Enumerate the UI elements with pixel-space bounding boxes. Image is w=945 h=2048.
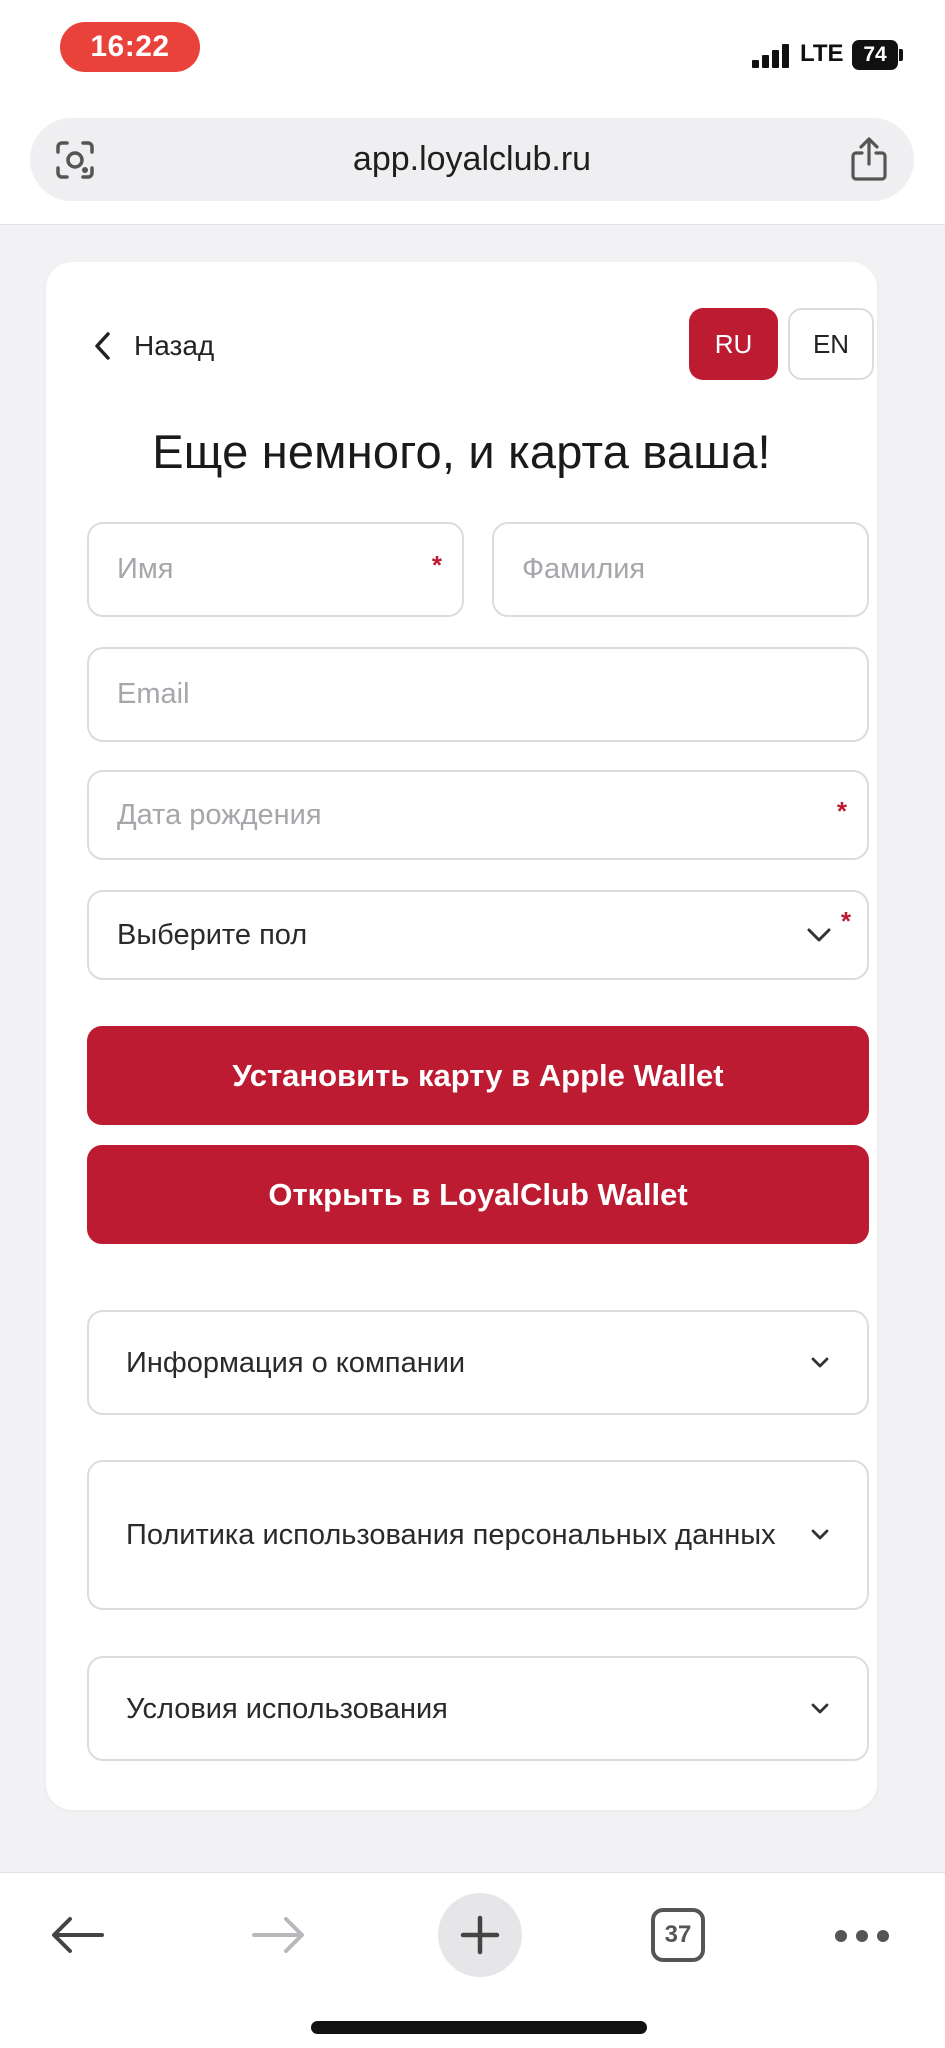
required-mark: * <box>836 796 847 826</box>
more-icon[interactable] <box>834 1929 890 1943</box>
gender-select[interactable]: Выберите пол * <box>87 890 869 980</box>
page-title: Еще немного, и карта ваша! <box>152 425 771 478</box>
tab-switcher-button[interactable]: 37 <box>651 1908 705 1962</box>
birthdate-placeholder: Дата рождения <box>117 798 322 831</box>
accordion-label: Информация о компании <box>126 1346 466 1379</box>
last-name-field[interactable]: Фамилия <box>492 522 869 617</box>
page: 16:22 LTE 74 app.loyalclub.ru Назад RU E… <box>0 0 945 2048</box>
apple-wallet-button[interactable]: Установить карту в Apple Wallet <box>87 1026 869 1125</box>
back-arrow-icon[interactable] <box>50 1915 106 1955</box>
browser-toolbar: 37 <box>0 1872 945 2048</box>
lang-ru-button[interactable]: RU <box>689 308 778 380</box>
lang-en-button[interactable]: EN <box>788 308 874 380</box>
gender-select-value: Выберите пол <box>117 918 308 951</box>
accordion-company-info[interactable]: Информация о компании <box>87 1310 869 1415</box>
accordion-terms-of-use[interactable]: Условия использования <box>87 1656 869 1761</box>
email-field[interactable]: Email <box>87 647 869 742</box>
registration-card: Назад RU EN Еще немного, и карта ваша! И… <box>46 262 877 1810</box>
chevron-down-icon <box>811 1703 829 1713</box>
home-indicator <box>311 2021 647 2034</box>
accordion-label: Условия использования <box>126 1692 448 1725</box>
chevron-down-icon <box>807 928 831 942</box>
status-bar: 16:22 LTE 74 <box>0 0 945 100</box>
plus-icon <box>460 1915 500 1955</box>
status-time: 16:22 <box>60 22 200 72</box>
required-mark: * <box>840 906 851 936</box>
chevron-down-icon <box>811 1357 829 1367</box>
chevron-left-icon <box>95 332 110 360</box>
network-type: LTE <box>800 40 844 67</box>
last-name-placeholder: Фамилия <box>522 553 646 585</box>
email-placeholder: Email <box>117 678 190 710</box>
birthdate-field[interactable]: Дата рождения * <box>87 770 869 860</box>
accordion-privacy-policy[interactable]: Политика использования персональных данн… <box>87 1460 869 1610</box>
address-bar[interactable]: app.loyalclub.ru <box>30 118 914 201</box>
signal-icon <box>752 44 792 68</box>
accordion-label: Политика использования персональных данн… <box>126 1519 776 1551</box>
battery-tip <box>899 49 903 61</box>
loyalclub-wallet-button[interactable]: Открыть в LoyalClub Wallet <box>87 1145 869 1244</box>
first-name-placeholder: Имя <box>117 553 174 585</box>
first-name-field[interactable]: Имя * <box>87 522 464 617</box>
share-icon[interactable] <box>848 136 890 182</box>
new-tab-button[interactable] <box>438 1893 522 1977</box>
chevron-down-icon <box>811 1529 829 1540</box>
back-label: Назад <box>134 330 215 361</box>
battery-icon: 74 <box>852 40 898 70</box>
required-mark: * <box>431 550 442 580</box>
url-text[interactable]: app.loyalclub.ru <box>30 140 914 179</box>
back-button[interactable]: Назад <box>90 324 214 368</box>
forward-arrow-icon[interactable] <box>250 1915 306 1955</box>
browser-top-bar: app.loyalclub.ru <box>0 100 945 225</box>
